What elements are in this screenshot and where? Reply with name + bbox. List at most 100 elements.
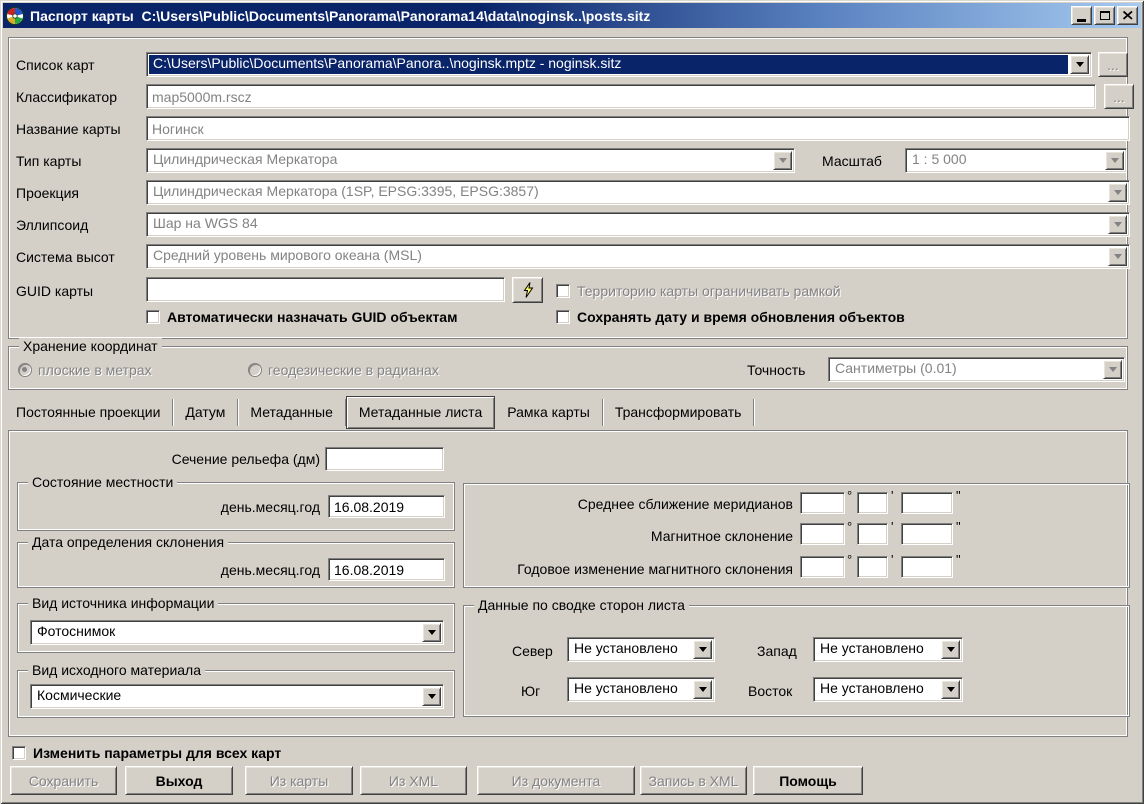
change-all-checkbox[interactable] xyxy=(12,746,26,760)
map-name-input[interactable] xyxy=(147,117,1129,140)
map-list-dropdown-button[interactable] xyxy=(1070,55,1089,74)
tab-datum[interactable]: Датум xyxy=(173,399,238,426)
minimize-icon xyxy=(1077,19,1086,22)
relief-field[interactable] xyxy=(325,447,444,471)
change-all-label: Изменить параметры для всех карт xyxy=(33,745,281,761)
projection-combobox[interactable]: Цилиндрическая Меркатора (1SP, EPSG:3395… xyxy=(146,180,1130,205)
convergence-min-input[interactable] xyxy=(858,493,887,513)
south-dropdown-button[interactable] xyxy=(693,680,712,699)
north-dropdown-button[interactable] xyxy=(693,640,712,659)
south-combobox[interactable]: Не установлено xyxy=(567,677,715,702)
declination-deg-input[interactable] xyxy=(801,524,844,544)
terrain-date-input[interactable] xyxy=(329,496,444,517)
annual-change-min-field[interactable] xyxy=(857,556,888,578)
exit-button[interactable]: Выход xyxy=(125,766,233,795)
east-dropdown-button[interactable] xyxy=(941,680,960,699)
minimize-button[interactable] xyxy=(1071,6,1092,25)
source-dropdown-button[interactable] xyxy=(422,623,441,642)
auto-guid-checkbox[interactable] xyxy=(146,310,160,324)
west-dropdown-button[interactable] xyxy=(941,640,960,659)
terrain-group-title: Состояние местности xyxy=(28,474,177,490)
scale-dropdown-button[interactable] xyxy=(1105,151,1124,170)
declination-date-field[interactable] xyxy=(328,558,445,581)
ellipsoid-label: Эллипсоид xyxy=(16,217,88,233)
flat-meters-label: плоские в метрах xyxy=(38,362,152,378)
material-combobox[interactable]: Космические xyxy=(30,684,444,709)
guid-field[interactable] xyxy=(146,277,505,302)
map-list-combobox[interactable]: C:\Users\Public\Documents\Panorama\Panor… xyxy=(146,52,1092,77)
generate-guid-button[interactable] xyxy=(512,277,543,303)
from-xml-button[interactable]: Из XML xyxy=(360,766,467,795)
declination-deg-field[interactable] xyxy=(800,523,845,545)
save-button[interactable]: Сохранить xyxy=(10,766,117,795)
height-system-dropdown-button[interactable] xyxy=(1108,247,1127,266)
magnetic-declination-label: Магнитное склонение xyxy=(470,528,793,544)
scale-combobox[interactable]: 1 : 5 000 xyxy=(905,148,1127,173)
east-label: Восток xyxy=(748,683,792,699)
tab-map-frame[interactable]: Рамка карты xyxy=(495,399,603,426)
tab-permanent-projections[interactable]: Постоянные проекции xyxy=(4,399,173,426)
projection-dropdown-button[interactable] xyxy=(1108,183,1127,202)
south-label: Юг xyxy=(521,683,540,699)
annual-change-sec-field[interactable] xyxy=(901,556,953,578)
relief-input[interactable] xyxy=(326,448,443,470)
convergence-deg-field[interactable] xyxy=(800,492,845,514)
chevron-down-icon xyxy=(428,694,436,699)
classifier-browse-button[interactable]: ... xyxy=(1104,84,1134,109)
geodesic-radians-radio[interactable] xyxy=(248,363,262,377)
map-list-browse-button[interactable]: ... xyxy=(1098,52,1128,77)
declination-sec-field[interactable] xyxy=(901,523,953,545)
west-value: Не установлено xyxy=(816,640,939,659)
classifier-field[interactable] xyxy=(146,84,1096,109)
annual-change-min-input[interactable] xyxy=(858,557,887,577)
map-list-value: C:\Users\Public\Documents\Panorama\Panor… xyxy=(149,55,1068,74)
write-xml-button[interactable]: Запись в XML xyxy=(640,766,747,795)
declination-sec-input[interactable] xyxy=(902,524,952,544)
source-combobox[interactable]: Фотоснимок xyxy=(30,620,444,645)
declination-min-input[interactable] xyxy=(858,524,887,544)
precision-combobox[interactable]: Сантиметры (0.01) xyxy=(828,357,1125,382)
terrain-date-field[interactable] xyxy=(328,495,445,518)
east-combobox[interactable]: Не установлено xyxy=(813,677,963,702)
close-button[interactable] xyxy=(1117,6,1138,25)
ellipsoid-combobox[interactable]: Шар на WGS 84 xyxy=(146,212,1130,237)
convergence-sec-field[interactable] xyxy=(901,492,953,514)
limit-frame-checkbox[interactable] xyxy=(556,284,570,298)
help-button[interactable]: Помощь xyxy=(753,766,863,795)
map-type-dropdown-button[interactable] xyxy=(773,151,792,170)
flat-meters-radio[interactable] xyxy=(18,363,32,377)
declination-date-input[interactable] xyxy=(329,559,444,580)
chevron-down-icon xyxy=(1109,367,1117,372)
map-list-label: Список карт xyxy=(16,57,95,73)
map-type-combobox[interactable]: Цилиндрическая Меркатора xyxy=(146,148,795,173)
maximize-button[interactable] xyxy=(1094,6,1115,25)
declination-min-field[interactable] xyxy=(857,523,888,545)
precision-dropdown-button[interactable] xyxy=(1103,360,1122,379)
tab-transform[interactable]: Трансформировать xyxy=(603,399,755,426)
material-dropdown-button[interactable] xyxy=(422,687,441,706)
west-combobox[interactable]: Не установлено xyxy=(813,637,963,662)
annual-change-deg-input[interactable] xyxy=(801,557,844,577)
from-map-button[interactable]: Из карты xyxy=(245,766,353,795)
material-value: Космические xyxy=(33,687,420,706)
geodesic-radians-label: геодезические в радианах xyxy=(268,362,439,378)
ellipsoid-value: Шар на WGS 84 xyxy=(149,215,1106,234)
annual-change-deg-field[interactable] xyxy=(800,556,845,578)
convergence-min-field[interactable] xyxy=(857,492,888,514)
classifier-input[interactable] xyxy=(147,85,1095,108)
convergence-deg-input[interactable] xyxy=(801,493,844,513)
tabbar: Постоянные проекции Датум Метаданные Мет… xyxy=(4,397,754,427)
window-title: Паспорт карты C:\Users\Public\Documents\… xyxy=(30,8,1071,24)
tab-metadata[interactable]: Метаданные xyxy=(238,399,345,426)
north-combobox[interactable]: Не установлено xyxy=(567,637,715,662)
height-system-combobox[interactable]: Средний уровень мирового океана (MSL) xyxy=(146,244,1130,269)
annual-change-sec-input[interactable] xyxy=(902,557,952,577)
from-document-button[interactable]: Из документа xyxy=(477,766,635,795)
save-datetime-checkbox[interactable] xyxy=(556,310,570,324)
guid-input[interactable] xyxy=(147,278,504,301)
convergence-sec-input[interactable] xyxy=(902,493,952,513)
tab-sheet-metadata[interactable]: Метаданные листа xyxy=(346,396,495,429)
map-name-field[interactable] xyxy=(146,116,1130,141)
ellipsoid-dropdown-button[interactable] xyxy=(1108,215,1127,234)
chevron-down-icon xyxy=(1114,190,1122,195)
